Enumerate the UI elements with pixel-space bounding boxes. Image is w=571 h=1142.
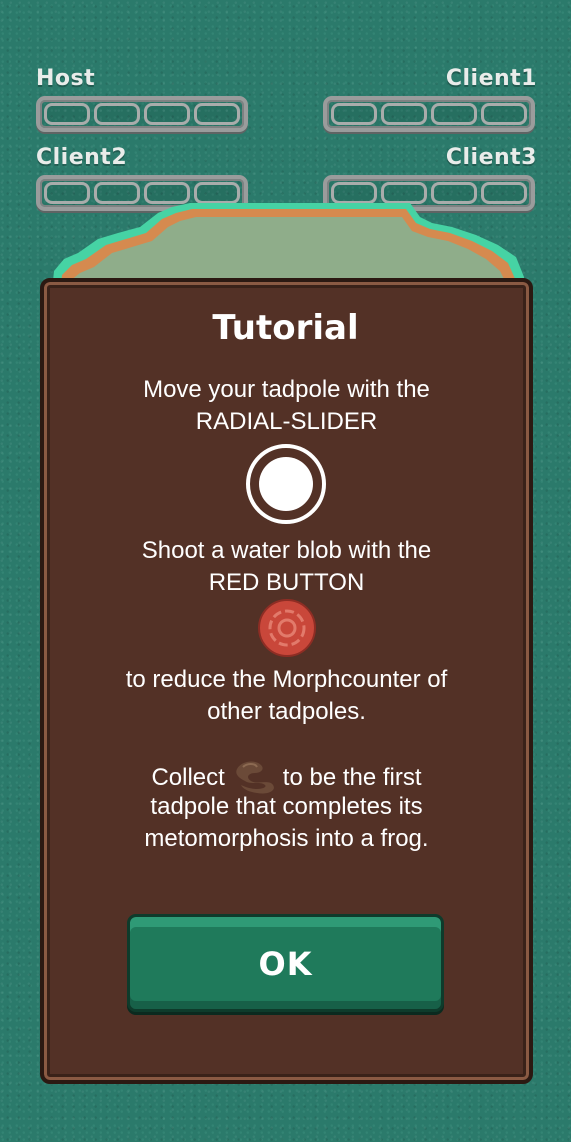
collect-prefix: Collect: [151, 764, 225, 791]
shoot-instruction-line1: Shoot a water blob with the: [141, 537, 432, 564]
counter-segment: [194, 103, 240, 125]
collect-instruction-line1: Collect to be the first: [40, 759, 533, 795]
ok-button[interactable]: OK: [127, 914, 444, 1012]
player-label-host: Host: [36, 66, 96, 91]
shoot-instruction-line2: RED BUTTON: [208, 569, 365, 596]
player-label-client1: Client1: [445, 66, 537, 91]
tutorial-title: Tutorial: [212, 308, 359, 348]
counter-segment: [144, 103, 190, 125]
morph-counter-client1: [323, 96, 535, 132]
player-label-client3: Client3: [445, 145, 537, 170]
collect-suffix: to be the first: [282, 764, 422, 791]
counter-segment: [381, 103, 427, 125]
reduce-instruction-line2: other tadpoles.: [207, 698, 366, 725]
player-label-client2: Client2: [36, 145, 128, 170]
counter-segment: [44, 103, 90, 125]
collect-instruction-line2: tadpole that completes its: [150, 793, 423, 820]
counter-segment: [481, 103, 527, 125]
morph-counter-host: [36, 96, 248, 132]
counter-segment: [331, 103, 377, 125]
radial-slider-icon: [246, 444, 326, 524]
collect-instruction-line3: metomorphosis into a frog.: [144, 825, 429, 852]
move-instruction-line1: Move your tadpole with the: [143, 376, 430, 403]
move-instruction-line2: RADIAL-SLIDER: [195, 408, 378, 435]
reduce-instruction-line1: to reduce the Morphcounter of: [125, 666, 448, 693]
counter-segment: [431, 103, 477, 125]
slider-knob: [259, 457, 313, 511]
counter-segment: [94, 103, 140, 125]
red-button-icon: [258, 599, 316, 657]
morph-item-icon: [236, 761, 274, 794]
ok-button-label: OK: [258, 945, 313, 983]
